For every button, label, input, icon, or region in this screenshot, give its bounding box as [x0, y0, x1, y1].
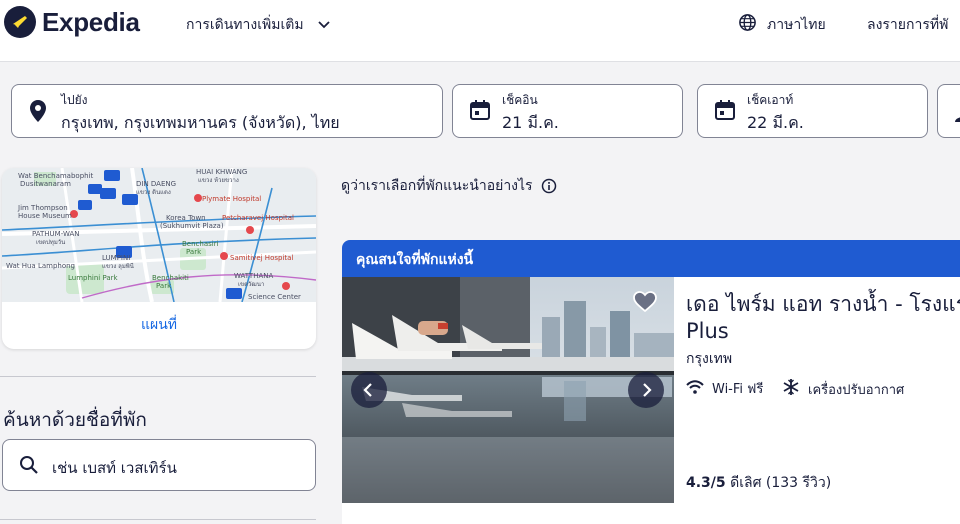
- map-label: Samitivej Hospital: [230, 254, 293, 262]
- search-icon: [19, 455, 39, 479]
- globe-icon: [738, 13, 757, 36]
- calendar-icon: [714, 99, 736, 125]
- checkout-label: เช็คเอาท์: [747, 93, 794, 107]
- map-label: แขวง ลุมพินี: [102, 262, 134, 270]
- map-label: เขตปทุมวัน: [36, 239, 65, 246]
- top-header: Expedia การเดินทางเพิ่มเติม ภาษาไทย ลงรา…: [0, 0, 960, 62]
- snowflake-icon: [782, 378, 800, 400]
- property-name-search-input[interactable]: เช่น เบสท์ เวสเทิร์น: [2, 439, 316, 491]
- checkin-value: 21 มี.ค.: [502, 113, 559, 132]
- map-label: เขตวัฒนา: [238, 281, 264, 288]
- map-label: DIN DAENG: [136, 180, 176, 188]
- map-label: แขวง ห้วยขวาง: [198, 177, 239, 184]
- expedia-logo[interactable]: Expedia: [4, 6, 140, 38]
- more-travel-label: การเดินทางเพิ่มเติม: [186, 17, 304, 33]
- destination-label: ไปยัง: [61, 93, 88, 107]
- location-pin-icon: [28, 99, 48, 127]
- show-map-link[interactable]: แผนที่: [2, 302, 316, 349]
- destination-field[interactable]: ไปยัง กรุงเทพ, กรุงเทพมหานคร (จังหวัด), …: [11, 84, 443, 138]
- map-label: WATTHANA: [234, 272, 274, 280]
- map-preview[interactable]: Wat Benchamabophit Dusitwanaram DIN DAEN…: [2, 168, 316, 302]
- sidebar-divider: [0, 519, 316, 520]
- hotel-card[interactable]: เดอ ไพร์ม แอท รางน้ำ - โรงแร Plus กรุงเท…: [342, 277, 960, 524]
- map-label: Science Center: [248, 293, 301, 301]
- checkin-field[interactable]: เช็คอิน 21 มี.ค.: [452, 84, 683, 138]
- map-label: (Sukhumvit Plaza): [160, 222, 224, 230]
- amenity-ac-label: เครื่องปรับอากาศ: [808, 382, 905, 398]
- wifi-icon: [686, 379, 704, 398]
- hotel-name-line2: Plus: [686, 319, 729, 343]
- map-label: Korea Town: [166, 214, 206, 222]
- checkout-value: 22 มี.ค.: [747, 113, 804, 132]
- checkout-field[interactable]: เช็คเอาท์ 22 มี.ค.: [697, 84, 928, 138]
- map-label: Benchasiri: [182, 240, 219, 248]
- plane-logo-icon: [4, 6, 36, 38]
- map-label: แขวง ดินแดง: [136, 189, 171, 196]
- guest-rating: 4.3/5 ดีเลิศ (133 รีวิว): [686, 472, 831, 494]
- hotel-location: กรุงเทพ: [686, 351, 733, 367]
- sidebar-divider: [0, 376, 316, 377]
- map-label: House Museum: [18, 212, 72, 220]
- map-label: Benchakiti: [152, 274, 189, 282]
- brand-name: Expedia: [42, 6, 140, 37]
- hotel-name[interactable]: เดอ ไพร์ม แอท รางน้ำ - โรงแร Plus: [686, 291, 960, 345]
- sponsored-banner: คุณสนใจที่พักแห่งนี้: [342, 240, 960, 277]
- search-placeholder: เช่น เบสท์ เวสเทิร์น: [52, 459, 177, 477]
- chevron-right-icon: [643, 383, 652, 397]
- rating-word: ดีเลิศ: [730, 475, 762, 491]
- rating-score: 4.3/5: [686, 475, 726, 491]
- favorite-heart-icon[interactable]: [633, 291, 657, 317]
- pool-photo-graphic: [342, 277, 674, 503]
- map-label: Lumphini Park: [68, 274, 119, 282]
- map-label: Wat Benchamabophit: [18, 172, 94, 180]
- map-card[interactable]: Wat Benchamabophit Dusitwanaram DIN DAEN…: [2, 168, 316, 349]
- info-icon: [541, 178, 557, 194]
- map-label: PATHUM-WAN: [32, 230, 80, 238]
- amenity-ac: เครื่องปรับอากาศ: [782, 378, 904, 400]
- chevron-left-icon: [363, 383, 372, 397]
- map-label: Jim Thompson: [17, 204, 68, 212]
- hotel-name-line1: เดอ ไพร์ม แอท รางน้ำ - โรงแร: [686, 292, 960, 316]
- language-selector[interactable]: ภาษาไทย: [738, 13, 826, 36]
- calendar-icon: [469, 99, 491, 125]
- destination-value: กรุงเทพ, กรุงเทพมหานคร (จังหวัด), ไทย: [61, 113, 340, 132]
- review-count: (133 รีวิว): [765, 475, 832, 491]
- carousel-next-button[interactable]: [628, 372, 664, 408]
- map-label: Petcharavej Hospital: [222, 214, 294, 222]
- amenity-wifi: Wi-Fi ฟรี: [686, 378, 763, 399]
- carousel-prev-button[interactable]: [351, 372, 387, 408]
- map-label: HUAI KHWANG: [196, 168, 247, 176]
- person-icon: [954, 99, 960, 127]
- map-label: Dusitwanaram: [20, 180, 71, 188]
- map-label: Wat Hua Lamphong: [6, 262, 75, 270]
- map-label: Park: [186, 248, 202, 256]
- list-property-link[interactable]: ลงรายการที่พั: [867, 14, 948, 36]
- chevron-down-icon: [317, 21, 330, 29]
- checkin-label: เช็คอิน: [502, 93, 538, 107]
- map-label: Plymate Hospital: [202, 195, 261, 203]
- map-label: Park: [156, 282, 172, 290]
- amenity-wifi-label: Wi-Fi ฟรี: [712, 382, 764, 397]
- more-travel-menu[interactable]: การเดินทางเพิ่มเติม: [186, 14, 330, 36]
- hotel-photo[interactable]: [342, 277, 674, 503]
- map-label: LUMPINI: [102, 254, 130, 262]
- how-we-choose-label: ดูว่าเราเลือกที่พักแนะนำอย่างไร: [341, 178, 533, 194]
- travelers-field[interactable]: [937, 84, 960, 138]
- language-label: ภาษาไทย: [767, 16, 826, 33]
- map-graphic: Wat Benchamabophit Dusitwanaram DIN DAEN…: [2, 168, 316, 302]
- how-we-choose-link[interactable]: ดูว่าเราเลือกที่พักแนะนำอย่างไร: [341, 175, 557, 197]
- search-by-name-title: ค้นหาด้วยชื่อที่พัก: [3, 409, 147, 431]
